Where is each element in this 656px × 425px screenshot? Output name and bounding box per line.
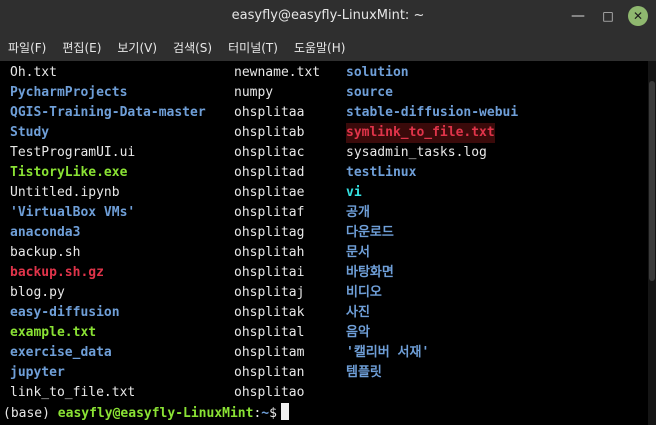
prompt-symbol: $ xyxy=(269,406,277,421)
menu-search[interactable]: 검색(S) xyxy=(173,39,212,56)
file-entry: QGIS-Training-Data-master xyxy=(10,105,206,120)
listing-row: TestProgramUI.ui ohsplitac sysadmin_tasks.… xyxy=(0,143,640,163)
shell-prompt: (base) easyfly@easyfly-LinuxMint:~$ xyxy=(3,403,289,423)
close-icon[interactable]: ✕ xyxy=(628,6,648,26)
menu-terminal[interactable]: 터미널(T) xyxy=(228,39,278,56)
current-path: ~ xyxy=(261,406,270,421)
title-bar[interactable]: easyfly@easyfly-LinuxMint: ~ — □ ✕ xyxy=(0,0,656,33)
file-entry: blog.py xyxy=(10,285,65,300)
listing-row: anaconda3 ohsplitag 다운로드 xyxy=(0,223,640,243)
file-entry: 음악 xyxy=(346,325,370,340)
listing-row: link_to_file.txt ohsplitao xyxy=(0,383,640,403)
file-entry: ohsplitad xyxy=(234,165,305,180)
file-entry: 템플릿 xyxy=(346,365,382,380)
file-entry: example.txt xyxy=(10,325,97,340)
terminal-window: easyfly@easyfly-LinuxMint: ~ — □ ✕ 파일(F)… xyxy=(0,0,656,425)
file-entry: Study xyxy=(10,125,50,140)
listing-row: Oh.txt newname.txt solution xyxy=(0,63,640,83)
file-entry: ohsplitaj xyxy=(234,285,305,300)
window-title: easyfly@easyfly-LinuxMint: ~ xyxy=(231,8,425,23)
file-entry: ohsplitab xyxy=(234,125,305,140)
file-entry: TistoryLike.exe xyxy=(10,165,128,180)
file-entry: ohsplitag xyxy=(234,225,305,240)
terminal-output[interactable]: (base) easyfly@easyfly-LinuxMint:~$ Oh.t… xyxy=(0,61,648,425)
listing-row: jupyter ohsplitan 템플릿 xyxy=(0,363,640,383)
text-cursor xyxy=(280,403,289,420)
listing-row: Study ohsplitab symlink_to_file.txt xyxy=(0,123,640,143)
file-entry: testLinux xyxy=(346,165,417,180)
file-entry: ohsplitah xyxy=(234,245,305,260)
file-entry: 공개 xyxy=(346,205,370,220)
file-entry: newname.txt xyxy=(234,65,321,80)
menu-view[interactable]: 보기(V) xyxy=(117,39,157,56)
menu-edit[interactable]: 편집(E) xyxy=(62,39,101,56)
listing-row: QGIS-Training-Data-master ohsplitaa stable… xyxy=(0,103,640,123)
file-entry: 바탕화면 xyxy=(346,265,394,280)
file-entry: ohsplitan xyxy=(234,365,305,380)
file-entry: backup.sh xyxy=(10,245,81,260)
file-entry: Untitled.ipynb xyxy=(10,185,120,200)
file-entry: ohsplitae xyxy=(234,185,305,200)
file-entry: 비디오 xyxy=(346,285,382,300)
maximize-icon[interactable]: □ xyxy=(598,6,618,26)
file-entry: ohsplitac xyxy=(234,145,305,160)
file-entry: ohsplitaa xyxy=(234,105,305,120)
file-entry: symlink_to_file.txt xyxy=(346,123,495,143)
file-entry: ohsplitao xyxy=(234,385,305,400)
file-entry: vi xyxy=(346,185,362,200)
conda-env: (base) xyxy=(3,406,50,421)
listing-row: PycharmProjects numpy source xyxy=(0,83,640,103)
file-entry: numpy xyxy=(234,85,274,100)
listing-row: easy-diffusion ohsplitak 사진 xyxy=(0,303,640,323)
file-entry: 문서 xyxy=(346,245,370,260)
file-entry: ohsplitam xyxy=(234,345,305,360)
file-entry: solution xyxy=(346,65,409,80)
file-entry: PycharmProjects xyxy=(10,85,128,100)
file-entry: ohsplitai xyxy=(234,265,305,280)
minimize-icon[interactable]: — xyxy=(568,6,588,26)
file-entry: backup.sh.gz xyxy=(10,265,104,280)
file-entry: jupyter xyxy=(10,365,65,380)
file-entry: 사진 xyxy=(346,305,370,320)
file-entry: sysadmin_tasks.log xyxy=(346,145,487,160)
file-entry: TestProgramUI.ui xyxy=(10,145,136,160)
listing-row: blog.py ohsplitaj 비디오 xyxy=(0,283,640,303)
listing-row: Untitled.ipynb ohsplitae vi xyxy=(0,183,640,203)
file-entry: stable-diffusion-webui xyxy=(346,105,519,120)
scrollbar[interactable] xyxy=(648,61,656,425)
menu-help[interactable]: 도움말(H) xyxy=(294,39,346,56)
file-entry: exercise_data xyxy=(10,345,112,360)
file-entry: link_to_file.txt xyxy=(10,385,136,400)
menu-file[interactable]: 파일(F) xyxy=(8,39,46,56)
file-entry: ohsplitaf xyxy=(234,205,305,220)
file-entry: anaconda3 xyxy=(10,225,81,240)
file-entry: 다운로드 xyxy=(346,225,394,240)
listing-row: example.txt ohsplital 음악 xyxy=(0,323,640,343)
file-entry: easy-diffusion xyxy=(10,305,120,320)
listing-row: exercise_data ohsplitam '캘리버 서재' xyxy=(0,343,640,363)
listing-row: backup.sh.gz ohsplitai 바탕화면 xyxy=(0,263,640,283)
file-entry: 'VirtualBox VMs' xyxy=(10,205,136,220)
scrollbar-thumb[interactable] xyxy=(649,81,655,281)
listing-row: TistoryLike.exe ohsplitad testLinux xyxy=(0,163,640,183)
file-entry: source xyxy=(346,85,393,100)
file-entry: ohsplitak xyxy=(234,305,305,320)
user-host: easyfly@easyfly-LinuxMint xyxy=(57,406,254,421)
listing-row: 'VirtualBox VMs' ohsplitaf 공개 xyxy=(0,203,640,223)
menu-bar: 파일(F) 편집(E) 보기(V) 검색(S) 터미널(T) 도움말(H) xyxy=(0,33,656,62)
file-entry: '캘리버 서재' xyxy=(346,345,430,360)
listing-row: backup.sh ohsplitah 문서 xyxy=(0,243,640,263)
file-entry: Oh.txt xyxy=(10,65,57,80)
file-entry: ohsplital xyxy=(234,325,305,340)
